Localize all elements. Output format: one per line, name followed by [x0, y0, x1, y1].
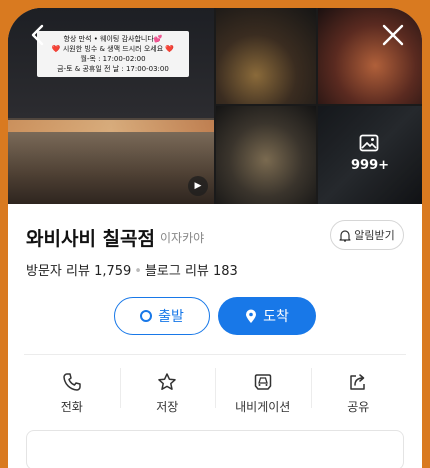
notice-line: 항상 만석 • 웨이팅 감사합니다💕 [63, 35, 163, 43]
food-photo-1[interactable] [216, 8, 316, 104]
alert-button[interactable]: 알림받기 [330, 220, 404, 250]
navigation-action[interactable]: 내비게이션 [215, 362, 311, 426]
more-photos-count: 999+ [350, 158, 390, 173]
separator-dot: • [134, 264, 142, 279]
more-photos-overlay [318, 106, 422, 204]
image-icon [359, 134, 379, 152]
place-name: 와비사비 칠곡점 [26, 228, 155, 250]
food-photo-3[interactable] [216, 106, 316, 204]
visitor-reviews-link[interactable]: 방문자 리뷰 1,759 [26, 264, 131, 279]
notice-line: 월-목 : 17:00-02:00 [80, 55, 146, 63]
divider [24, 354, 406, 355]
info-card [26, 430, 404, 468]
place-sheet: 항상 만석 • 웨이팅 감사합니다💕 ❤️ 시원한 빙수 & 생맥 드시러 오세… [8, 8, 422, 468]
action-bar: 전화 저장 내비게이션 공유 [24, 362, 406, 426]
close-icon[interactable] [380, 22, 406, 48]
more-photos-tile[interactable]: 999+ [318, 106, 422, 204]
save-action[interactable]: 저장 [119, 362, 216, 426]
back-icon[interactable] [26, 22, 52, 48]
place-category: 이자카야 [160, 231, 205, 245]
food-photo-2[interactable] [318, 8, 422, 104]
play-icon[interactable]: ▶ [188, 176, 208, 196]
share-icon [350, 374, 365, 390]
arrive-button[interactable]: 도착 [218, 297, 316, 335]
photo-light-strip [8, 120, 214, 132]
car-icon [254, 374, 271, 390]
depart-button[interactable]: 출발 [114, 297, 210, 335]
notice-line: ❤️ 시원한 빙수 & 생맥 드시러 오세요 ❤️ [51, 45, 175, 53]
bell-icon [339, 229, 351, 242]
action-label: 공유 [347, 400, 370, 414]
phone-icon [63, 373, 81, 391]
origin-icon [140, 310, 153, 322]
action-label: 내비게이션 [235, 400, 291, 414]
notice-line: 금-토 & 공휴일 전 날 : 17:00-03:00 [57, 65, 169, 73]
blog-reviews-link[interactable]: 블로그 리뷰 183 [145, 264, 238, 279]
location-pin-icon [246, 309, 257, 323]
alert-button-label: 알림받기 [354, 229, 395, 242]
action-label: 전화 [60, 400, 83, 414]
arrive-label: 도착 [263, 309, 289, 325]
review-counts: 방문자 리뷰 1,759 • 블로그 리뷰 183 [26, 260, 238, 279]
photo-counter [8, 132, 214, 204]
notice-sign: 항상 만석 • 웨이팅 감사합니다💕 ❤️ 시원한 빙수 & 생맥 드시러 오세… [37, 31, 189, 77]
action-label: 저장 [156, 400, 179, 414]
star-icon [158, 373, 176, 390]
depart-label: 출발 [158, 309, 184, 325]
share-action[interactable]: 공유 [310, 362, 407, 426]
photo-gallery[interactable]: 항상 만석 • 웨이팅 감사합니다💕 ❤️ 시원한 빙수 & 생맥 드시러 오세… [8, 8, 422, 204]
call-action[interactable]: 전화 [24, 362, 120, 426]
